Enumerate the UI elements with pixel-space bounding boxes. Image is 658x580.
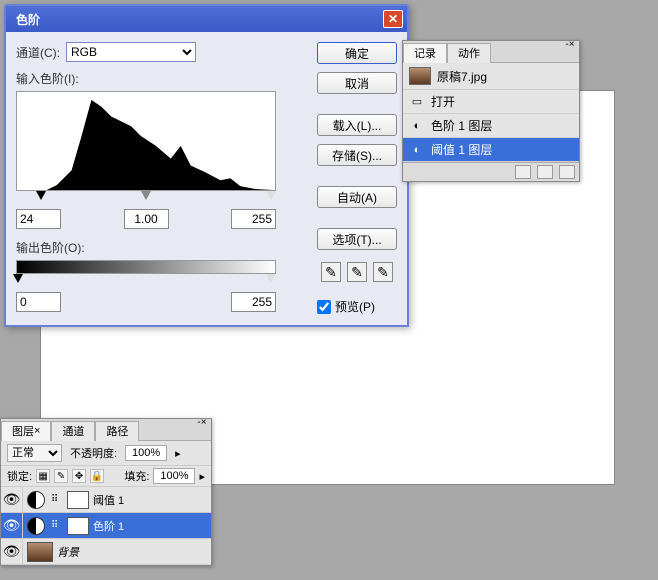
layer-background[interactable]: 👁 背景 [1, 539, 211, 565]
layer-name: 色阶 1 [93, 518, 211, 534]
preview-checkbox[interactable] [317, 300, 331, 314]
input-levels-label: 输入色阶(I): [16, 70, 307, 87]
lock-position-icon[interactable]: ✥ [72, 469, 86, 483]
document-name: 原稿7.jpg [437, 68, 487, 85]
input-black-field[interactable] [16, 209, 61, 229]
threshold-icon: ◐ [409, 143, 425, 157]
preview-label: 预览(P) [335, 298, 375, 315]
link-icon: ⠿ [51, 494, 61, 505]
output-white-slider[interactable] [266, 274, 276, 283]
new-doc-icon[interactable] [537, 165, 553, 179]
tab-layers[interactable]: 图层 × [1, 421, 51, 441]
auto-button[interactable]: 自动(A) [317, 186, 397, 208]
eyedropper-white-icon[interactable]: ✎ [373, 262, 393, 282]
fill-arrow-icon[interactable]: ▸ [199, 470, 205, 483]
panel-close-icon[interactable]: -× [563, 39, 577, 49]
layer-thumbnail[interactable] [27, 542, 53, 562]
levels-dialog: 色阶 ✕ 通道(C): RGB 输入色阶(I): [4, 4, 409, 327]
history-item-open[interactable]: ▭ 打开 [403, 90, 579, 114]
layer-levels[interactable]: 👁 ⠿ 色阶 1 [1, 513, 211, 539]
adjustment-icon [27, 491, 45, 509]
visibility-icon[interactable]: 👁 [1, 487, 23, 513]
input-white-field[interactable] [231, 209, 276, 229]
dialog-titlebar[interactable]: 色阶 ✕ [6, 6, 407, 32]
output-slider-track [16, 276, 276, 286]
history-item-levels[interactable]: ◐ 色阶 1 图层 [403, 114, 579, 138]
history-item-label: 阈值 1 图层 [431, 141, 492, 158]
layer-name: 背景 [57, 544, 211, 560]
blend-mode-select[interactable]: 正常 [7, 444, 62, 462]
history-panel: 记录 动作 -× 原稿7.jpg ▭ 打开 ◐ 色阶 1 图层 ◐ 阈值 1 图… [402, 40, 580, 182]
lock-transparent-icon[interactable]: ▦ [36, 469, 50, 483]
eyedropper-gray-icon[interactable]: ✎ [347, 262, 367, 282]
channel-select[interactable]: RGB [66, 42, 196, 62]
dialog-title: 色阶 [10, 11, 383, 28]
close-icon[interactable]: ✕ [383, 10, 403, 28]
levels-icon: ◐ [409, 119, 425, 133]
new-snapshot-icon[interactable] [515, 165, 531, 179]
opacity-label: 不透明度: [70, 445, 117, 461]
lock-all-icon[interactable]: 🔒 [90, 469, 104, 483]
opacity-field[interactable] [125, 445, 167, 461]
panel-close-icon[interactable]: -× [195, 417, 209, 427]
channel-label: 通道(C): [16, 44, 60, 61]
trash-icon[interactable] [559, 165, 575, 179]
layer-name: 阈值 1 [93, 492, 211, 508]
fill-field[interactable] [153, 468, 195, 484]
eyedropper-black-icon[interactable]: ✎ [321, 262, 341, 282]
adjustment-icon [27, 517, 45, 535]
open-icon: ▭ [409, 95, 425, 109]
histogram [16, 91, 276, 191]
layer-mask-thumbnail[interactable] [67, 517, 89, 535]
save-button[interactable]: 存储(S)... [317, 144, 397, 166]
black-point-slider[interactable] [36, 191, 46, 200]
ok-button[interactable]: 确定 [317, 42, 397, 64]
document-thumbnail [409, 67, 431, 85]
fill-label: 填充: [124, 468, 149, 484]
tab-channels[interactable]: 通道 [51, 421, 95, 441]
tab-paths[interactable]: 路径 [95, 421, 139, 441]
lock-label: 锁定: [7, 468, 32, 484]
lock-pixels-icon[interactable]: ✎ [54, 469, 68, 483]
tab-actions[interactable]: 动作 [447, 43, 491, 63]
history-item-label: 打开 [431, 93, 455, 110]
load-button[interactable]: 载入(L)... [317, 114, 397, 136]
options-button[interactable]: 选项(T)... [317, 228, 397, 250]
output-white-field[interactable] [231, 292, 276, 312]
output-black-slider[interactable] [13, 274, 23, 283]
white-point-slider[interactable] [266, 191, 276, 200]
layer-mask-thumbnail[interactable] [67, 491, 89, 509]
output-black-field[interactable] [16, 292, 61, 312]
gamma-slider[interactable] [141, 191, 151, 200]
output-levels-label: 输出色阶(O): [16, 239, 307, 256]
history-item-threshold[interactable]: ◐ 阈值 1 图层 [403, 138, 579, 162]
link-icon: ⠿ [51, 520, 61, 531]
input-slider-track [16, 193, 276, 203]
history-item-label: 色阶 1 图层 [431, 117, 492, 134]
cancel-button[interactable]: 取消 [317, 72, 397, 94]
visibility-icon[interactable]: 👁 [1, 513, 23, 539]
visibility-icon[interactable]: 👁 [1, 539, 23, 565]
opacity-arrow-icon[interactable]: ▸ [175, 447, 181, 460]
layer-threshold[interactable]: 👁 ⠿ 阈值 1 [1, 487, 211, 513]
layers-panel: 图层 × 通道 路径 -× 正常 不透明度: ▸ 锁定: ▦ ✎ ✥ 🔒 填充:… [0, 418, 212, 566]
output-gradient [16, 260, 276, 274]
input-gamma-field[interactable] [124, 209, 169, 229]
tab-history[interactable]: 记录 [403, 43, 447, 63]
